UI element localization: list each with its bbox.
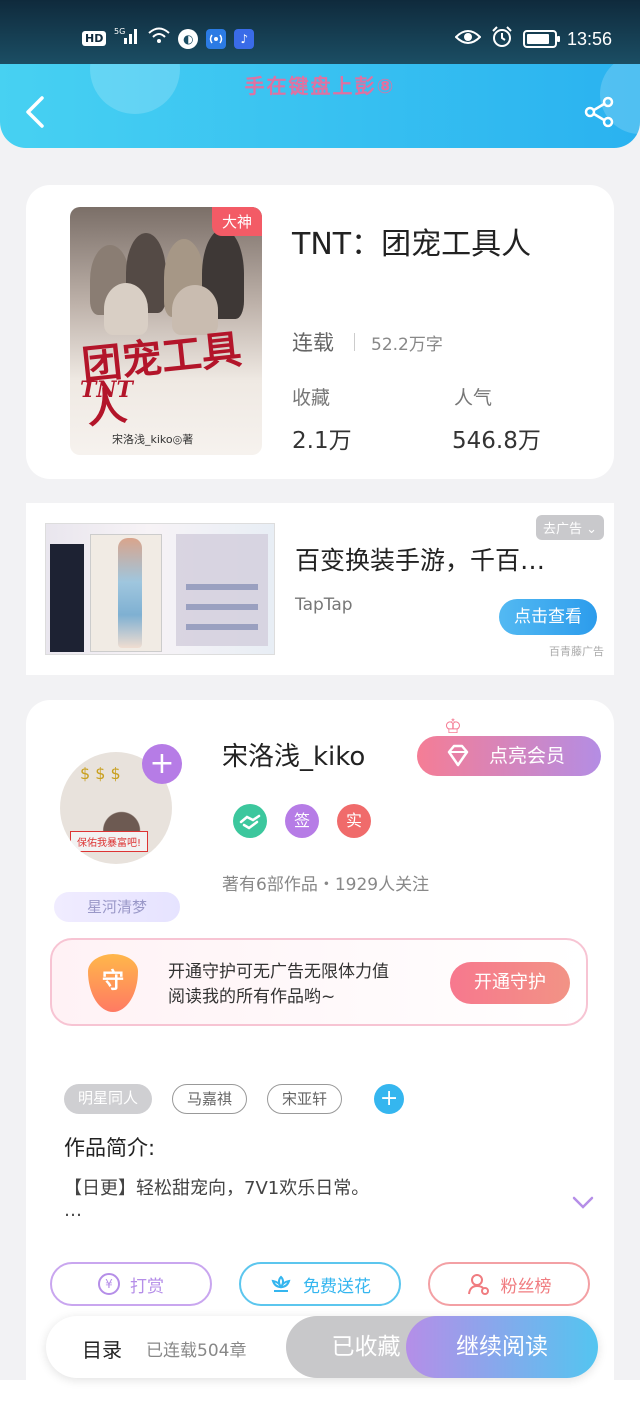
ad-brand: TapTap [295, 595, 353, 615]
cover-author: 宋洛浅_kiko◎著 [112, 433, 194, 446]
signed-badge[interactable]: 签 [285, 804, 319, 838]
guard-line-1: 开通守护可无广告无限体力值 [168, 962, 389, 982]
intro-line-1: 【日更】轻松甜宠向，7V1欢乐日常。 [64, 1178, 370, 1199]
fan-title-tag: 星河清梦 [54, 892, 180, 922]
toc-button[interactable]: 目录 [82, 1334, 122, 1363]
status-icons-left: HD 5G ◐ ♪ [82, 26, 255, 51]
diamond-icon [447, 744, 469, 767]
book-info-card: 团宠工具人 TNT 宋洛浅_kiko◎著 大神 TNT：团宠工具人 连载 52.… [26, 185, 614, 479]
status-bar: HD 5G ◐ ♪ 13:56 [0, 0, 640, 64]
send-flower-button[interactable]: 免费送花 [239, 1262, 401, 1306]
ad-banner[interactable]: 百变换装手游，千百… TapTap 去广告 ⌄ 点击查看 百青藤广告 [26, 503, 614, 675]
serial-status: 连载 [292, 331, 334, 355]
verified-badge[interactable]: 实 [337, 804, 371, 838]
collect-label: 收藏 [292, 387, 331, 409]
ad-source: 百青藤广告 [549, 645, 604, 658]
master-badge: 大神 [211, 207, 262, 236]
page-title: 手在键盘上彭⑧ [244, 74, 396, 98]
share-icon[interactable] [584, 96, 616, 128]
expand-chevron-icon[interactable] [572, 1196, 594, 1210]
user-icon [467, 1274, 489, 1295]
chapter-count[interactable]: 已连载504章 [146, 1336, 246, 1361]
word-count: 52.2万字 [371, 334, 443, 355]
back-arrow-icon[interactable] [22, 96, 50, 128]
tag-character[interactable]: 宋亚轩 [267, 1084, 343, 1114]
network-type: 5G [114, 27, 125, 36]
intro-text: 【日更】轻松甜宠向，7V1欢乐日常。 … [64, 1178, 369, 1222]
reward-button[interactable]: ¥ 打赏 [50, 1262, 212, 1306]
guard-banner[interactable]: 守 开通守护可无广告无限体力值 阅读我的所有作品哟~ 开通守护 [50, 938, 588, 1026]
battery-icon [522, 30, 560, 48]
vip-button-label: 点亮会员 [489, 745, 566, 767]
avatar-banner: 保佑我暴富吧! [70, 831, 149, 852]
status-icons-right: 13:56 [454, 26, 612, 52]
divider [354, 333, 355, 351]
chevron-down-icon: ⌄ [586, 522, 597, 537]
bottom-action-bar: 目录 已连载504章 已收藏 继续阅读 [46, 1316, 598, 1378]
open-guard-button[interactable]: 开通守护 [450, 962, 570, 1004]
ad-title[interactable]: 百变换装手游，千百… [295, 541, 545, 577]
author-badges: 签 实 [233, 804, 371, 838]
tag-category[interactable]: 明星同人 [64, 1084, 153, 1114]
book-status-row: 连载 52.2万字 [292, 327, 443, 357]
collect-value: 2.1万 [292, 428, 352, 454]
tag-list: 明星同人 马嘉祺 宋亚轩 + [64, 1084, 405, 1114]
cover-illustration [80, 225, 252, 335]
popularity-label: 人气 [454, 387, 493, 409]
add-tag-button[interactable]: + [374, 1084, 405, 1114]
author-card: $ $ $ 保佑我暴富吧! + 星河清梦 宋洛浅_kiko ♔ 点亮会员 签 实… [26, 700, 614, 1420]
reward-label: 打赏 [130, 1276, 164, 1297]
ad-image[interactable] [45, 523, 275, 655]
alarm-icon [491, 26, 513, 52]
action-row: ¥ 打赏 免费送花 粉丝榜 [50, 1262, 590, 1306]
ad-view-button[interactable]: 点击查看 [499, 599, 597, 635]
intro-label: 作品简介: [64, 1136, 156, 1160]
popularity-value: 546.8万 [452, 428, 541, 454]
guard-line-2: 阅读我的所有作品哟~ [168, 987, 336, 1007]
crown-icon: ♔ [444, 714, 462, 738]
eye-icon [454, 28, 482, 50]
remove-ad-button[interactable]: 去广告 ⌄ [535, 515, 604, 540]
fans-rank-button[interactable]: 粉丝榜 [428, 1262, 590, 1306]
guard-text: 开通守护可无广告无限体力值 阅读我的所有作品哟~ [168, 960, 389, 1010]
author-name[interactable]: 宋洛浅_kiko [222, 736, 365, 773]
vip-button[interactable]: 点亮会员 [417, 736, 601, 776]
tag-character[interactable]: 马嘉祺 [172, 1084, 248, 1114]
yen-coin-icon: ¥ [98, 1273, 120, 1295]
guard-shield-icon: 守 [88, 954, 138, 1012]
remove-ad-label: 去广告 [542, 522, 582, 537]
battery-fill [526, 34, 549, 44]
book-cover[interactable]: 团宠工具人 TNT 宋洛浅_kiko◎著 大神 [70, 207, 262, 455]
continue-reading-button[interactable]: 继续阅读 [406, 1316, 598, 1378]
nav-header: 手在键盘上彭⑧ [0, 64, 640, 148]
hd-indicator: HD [82, 31, 107, 46]
music-icon: ♪ [234, 28, 255, 49]
hotspot-icon [206, 28, 227, 49]
money-bag-icon: $ $ $ [80, 764, 121, 783]
bottom-background [0, 1380, 640, 1422]
handshake-badge-icon[interactable] [233, 804, 267, 838]
cover-tnt: TNT [80, 377, 133, 403]
browser-icon: ◐ [178, 28, 199, 49]
flower-icon [271, 1275, 291, 1292]
fans-rank-label: 粉丝榜 [500, 1276, 552, 1297]
intro-line-2: … [64, 1200, 82, 1221]
wifi-icon [148, 27, 171, 50]
author-stats: 著有6部作品・1929人关注 [222, 875, 430, 895]
signal-icon: 5G [114, 26, 140, 51]
follow-plus-button[interactable]: + [142, 744, 182, 784]
send-flower-label: 免费送花 [303, 1276, 371, 1297]
book-title: TNT：团宠工具人 [292, 227, 532, 262]
clock: 13:56 [566, 28, 612, 49]
